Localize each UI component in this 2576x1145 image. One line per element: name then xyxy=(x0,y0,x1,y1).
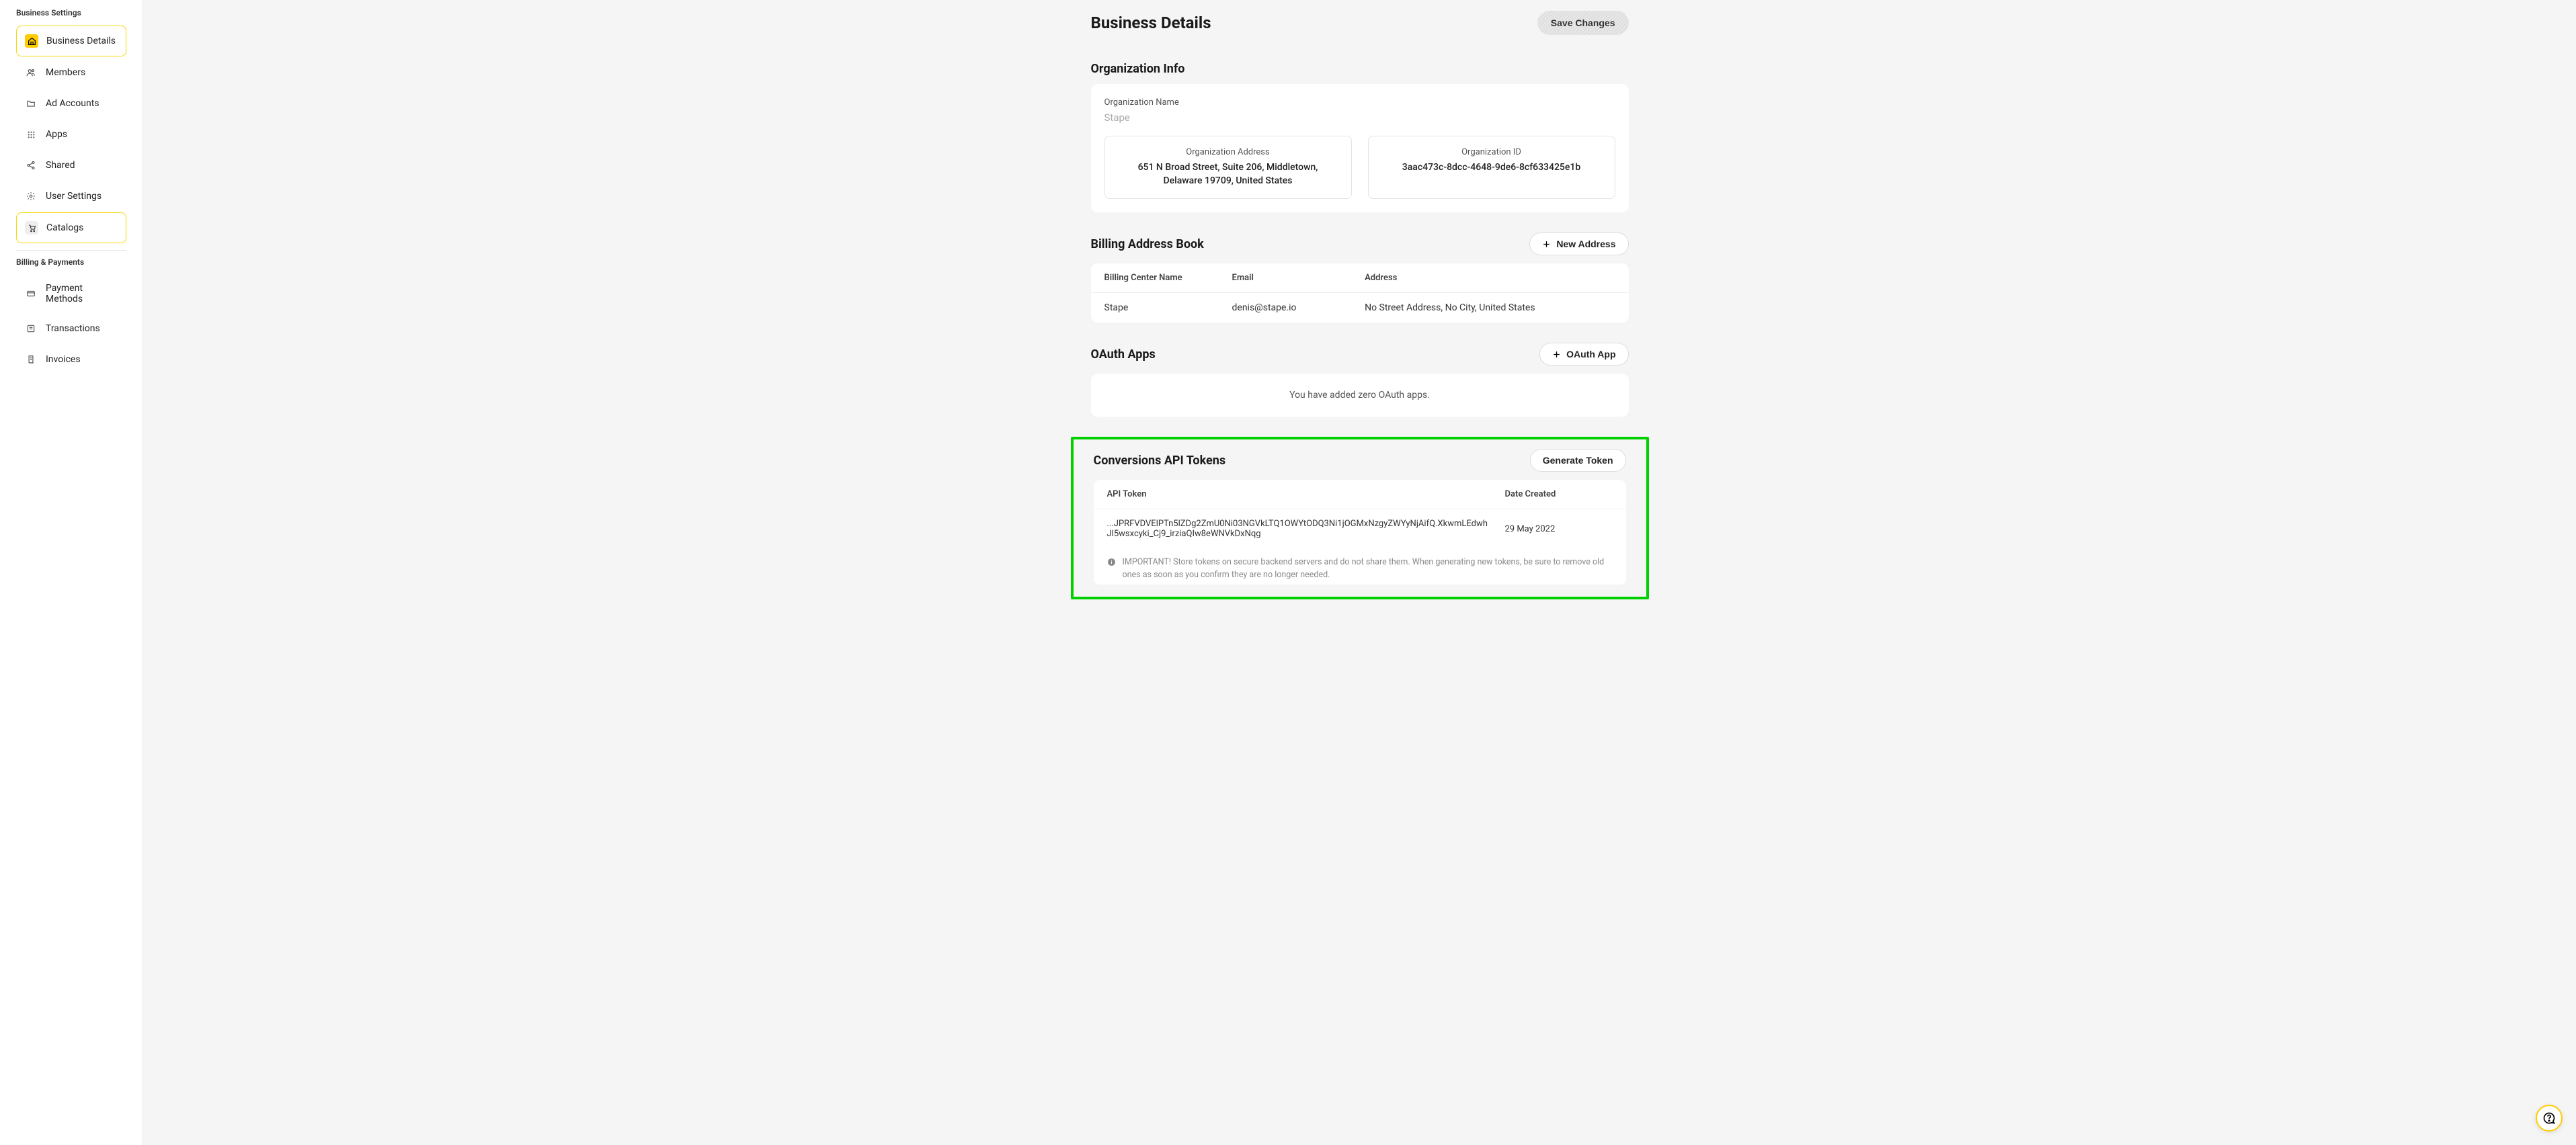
org-name-value: Stape xyxy=(1104,112,1615,124)
section-oauth: OAuth Apps OAuth App You have added zero… xyxy=(1091,343,1629,417)
col-header-name: Billing Center Name xyxy=(1104,273,1232,283)
gear-icon xyxy=(24,189,38,203)
new-address-button[interactable]: New Address xyxy=(1529,232,1628,255)
sidebar: Business Settings Business Details Membe… xyxy=(0,0,143,1145)
oauth-app-label: OAuth App xyxy=(1566,349,1615,359)
billing-table-header: Billing Center Name Email Address xyxy=(1091,263,1629,293)
sidebar-item-business-details[interactable]: Business Details xyxy=(16,26,126,56)
org-id-label: Organization ID xyxy=(1382,147,1601,157)
sidebar-item-ad-accounts[interactable]: Ad Accounts xyxy=(16,89,126,118)
sidebar-item-label: Payment Methods xyxy=(46,283,118,304)
section-title-tokens: Conversions API Tokens xyxy=(1094,454,1226,468)
org-address-label: Organization Address xyxy=(1119,147,1338,157)
plus-icon xyxy=(1542,240,1551,249)
sidebar-item-label: Members xyxy=(46,67,85,78)
sidebar-item-transactions[interactable]: Transactions xyxy=(16,314,126,343)
sidebar-item-shared[interactable]: Shared xyxy=(16,151,126,180)
transactions-icon xyxy=(24,322,38,335)
help-button[interactable] xyxy=(2536,1105,2563,1132)
org-info-card: Organization Name Stape Organization Add… xyxy=(1091,84,1629,212)
section-tokens: Conversions API Tokens Generate Token AP… xyxy=(1094,449,1626,585)
section-title-org-info: Organization Info xyxy=(1091,62,1185,76)
section-title-billing: Billing Address Book xyxy=(1091,237,1204,251)
oauth-app-button[interactable]: OAuth App xyxy=(1539,343,1628,366)
sidebar-section-billing: Billing & Payments xyxy=(0,257,143,273)
col-header-date: Date Created xyxy=(1505,489,1613,499)
sidebar-divider xyxy=(16,250,126,251)
main-content: Business Details Save Changes Organizati… xyxy=(143,0,2576,1145)
sidebar-item-label: Shared xyxy=(46,160,75,171)
cart-icon xyxy=(25,221,38,235)
section-title-oauth: OAuth Apps xyxy=(1091,347,1156,362)
billing-row-email: denis@stape.io xyxy=(1232,302,1365,313)
folder-icon xyxy=(24,97,38,110)
col-header-token: API Token xyxy=(1107,489,1505,499)
tokens-table: API Token Date Created ...JPRFVDVElPTn5l… xyxy=(1094,480,1626,585)
sidebar-item-label: Ad Accounts xyxy=(46,98,99,109)
generate-token-label: Generate Token xyxy=(1543,455,1613,466)
billing-table-row[interactable]: Stape denis@stape.io No Street Address, … xyxy=(1091,293,1629,323)
card-icon xyxy=(24,287,38,300)
sidebar-item-label: User Settings xyxy=(46,191,102,202)
sidebar-item-label: Catalogs xyxy=(46,222,83,233)
plus-icon xyxy=(1552,350,1561,359)
col-header-address: Address xyxy=(1365,273,1615,283)
token-note: IMPORTANT! Store tokens on secure backen… xyxy=(1094,548,1626,585)
org-address-value: 651 N Broad Street, Suite 206, Middletow… xyxy=(1119,161,1338,187)
save-changes-button[interactable]: Save Changes xyxy=(1537,11,1629,35)
section-billing: Billing Address Book New Address Billing… xyxy=(1091,232,1629,323)
home-icon xyxy=(25,34,38,48)
info-icon xyxy=(1107,558,1116,566)
sidebar-section-business: Business Settings xyxy=(0,8,143,24)
tokens-table-header: API Token Date Created xyxy=(1094,480,1626,509)
org-address-box: Organization Address 651 N Broad Street,… xyxy=(1104,136,1352,199)
sidebar-item-payment-methods[interactable]: Payment Methods xyxy=(16,275,126,312)
sidebar-item-label: Transactions xyxy=(46,323,100,334)
oauth-empty-card: You have added zero OAuth apps. xyxy=(1091,374,1629,417)
sidebar-item-invoices[interactable]: Invoices xyxy=(16,345,126,374)
sidebar-item-label: Invoices xyxy=(46,354,81,365)
apps-grid-icon xyxy=(24,128,38,141)
page-title: Business Details xyxy=(1091,13,1211,32)
members-icon xyxy=(24,66,38,79)
org-id-box: Organization ID 3aac473c-8dcc-4648-9de6-… xyxy=(1368,136,1615,199)
token-date: 29 May 2022 xyxy=(1505,524,1613,534)
page-header: Business Details Save Changes xyxy=(1091,11,1629,35)
sidebar-item-members[interactable]: Members xyxy=(16,58,126,87)
sidebar-item-label: Business Details xyxy=(46,36,116,46)
sidebar-item-user-settings[interactable]: User Settings xyxy=(16,181,126,211)
help-icon xyxy=(2542,1111,2556,1125)
billing-table: Billing Center Name Email Address Stape … xyxy=(1091,263,1629,323)
section-org-info: Organization Info Organization Name Stap… xyxy=(1091,62,1629,212)
oauth-empty-text: You have added zero OAuth apps. xyxy=(1289,390,1430,400)
org-id-value: 3aac473c-8dcc-4648-9de6-8cf633425e1b xyxy=(1382,161,1601,175)
sidebar-item-catalogs[interactable]: Catalogs xyxy=(16,212,126,243)
share-icon xyxy=(24,159,38,172)
token-note-text: IMPORTANT! Store tokens on secure backen… xyxy=(1123,556,1613,582)
invoice-icon xyxy=(24,353,38,366)
org-name-label: Organization Name xyxy=(1104,97,1615,108)
billing-row-name: Stape xyxy=(1104,302,1232,313)
billing-row-address: No Street Address, No City, United State… xyxy=(1365,302,1615,313)
new-address-label: New Address xyxy=(1556,239,1615,249)
sidebar-item-label: Apps xyxy=(46,129,67,140)
token-value: ...JPRFVDVElPTn5lZDg2ZmU0Ni03NGVkLTQ1OWY… xyxy=(1107,519,1505,539)
generate-token-button[interactable]: Generate Token xyxy=(1530,449,1626,472)
tokens-table-row[interactable]: ...JPRFVDVElPTn5lZDg2ZmU0Ni03NGVkLTQ1OWY… xyxy=(1094,509,1626,548)
col-header-email: Email xyxy=(1232,273,1365,283)
sidebar-item-apps[interactable]: Apps xyxy=(16,120,126,149)
section-tokens-highlight: Conversions API Tokens Generate Token AP… xyxy=(1071,437,1649,599)
